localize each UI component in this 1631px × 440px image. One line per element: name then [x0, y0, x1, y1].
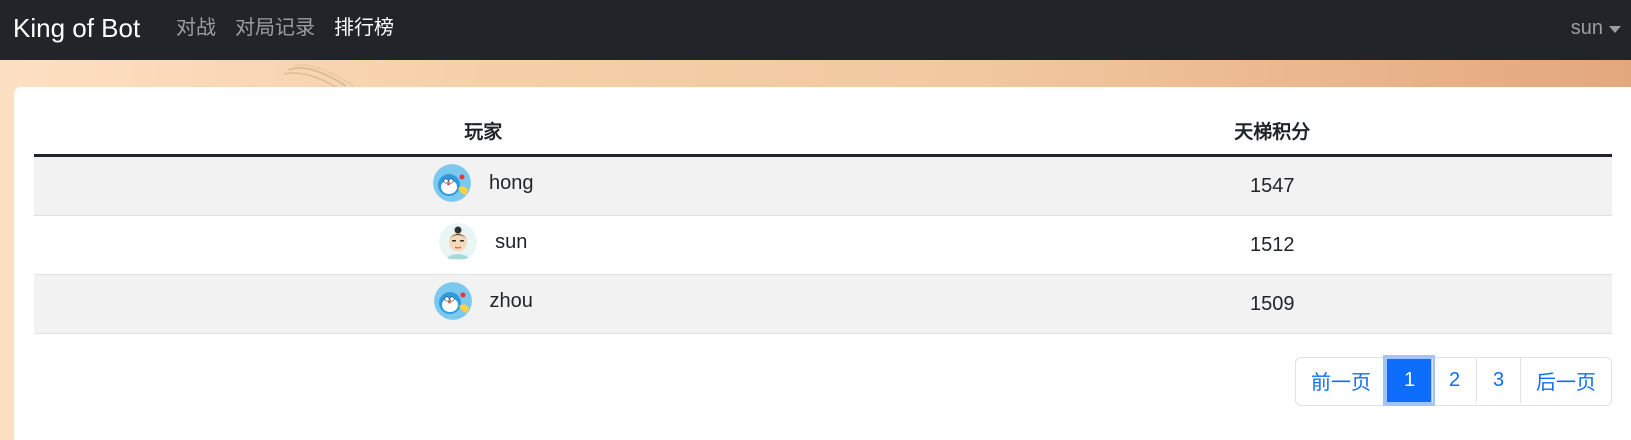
column-header-player: 玩家 [34, 107, 933, 157]
table-row: hong 1547 [34, 155, 1612, 216]
player-rating: 1509 [932, 274, 1612, 334]
player-rating: 1512 [932, 215, 1612, 275]
player-name: sun [495, 230, 528, 253]
column-header-rating: 天梯积分 [932, 107, 1612, 157]
page-1-button[interactable]: 1 [1383, 355, 1435, 406]
player-name: hong [488, 171, 534, 194]
user-name: sun [1570, 17, 1603, 39]
nav-link-records[interactable]: 对局记录 [235, 14, 315, 42]
player-name: zhou [489, 289, 533, 312]
nav-links: 对战 对局记录 排行榜 [176, 14, 394, 42]
player-cell: hong [34, 155, 933, 216]
page-3-button[interactable]: 3 [1476, 358, 1520, 403]
pagination: 前一页 1 2 3 后一页 [1295, 355, 1612, 406]
nav-link-pk[interactable]: 对战 [176, 14, 216, 42]
table-row: zhou 1509 [34, 274, 1612, 334]
user-dropdown[interactable]: sun [1571, 14, 1621, 42]
nav-link-ranklist[interactable]: 排行榜 [334, 14, 394, 42]
page-2-button[interactable]: 2 [1432, 358, 1476, 403]
navbar: King of Bot 对战 对局记录 排行榜 sun [0, 0, 1631, 60]
table-row: sun 1512 [34, 215, 1612, 275]
cartoon-boy-avatar-icon [439, 223, 478, 261]
ranklist-table: 玩家 天梯积分 hong 1547 sun 1512 zhou 1509 [34, 107, 1612, 334]
player-cell: zhou [34, 274, 933, 334]
doraemon-avatar-icon [433, 282, 472, 320]
next-page-button[interactable]: 后一页 [1520, 358, 1611, 403]
ranklist-card: 玩家 天梯积分 hong 1547 sun 1512 zhou 1509 前一页… [14, 87, 1631, 440]
background-leaf-decoration [284, 64, 355, 88]
prev-page-button[interactable]: 前一页 [1296, 358, 1386, 403]
caret-down-icon [1609, 25, 1621, 33]
doraemon-avatar-icon [432, 164, 471, 202]
player-cell: sun [34, 215, 933, 275]
player-rating: 1547 [932, 155, 1612, 216]
brand-link[interactable]: King of Bot [13, 11, 140, 45]
